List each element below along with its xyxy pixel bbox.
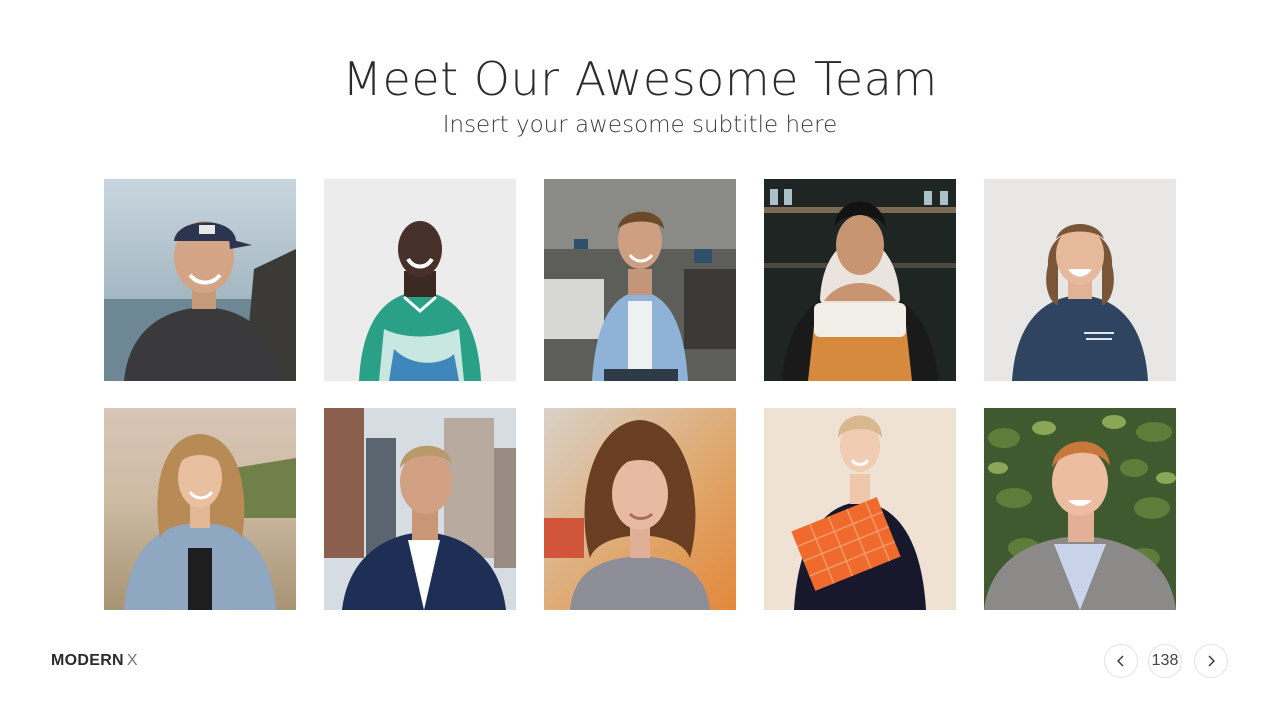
brand-logo: MODERN X [51, 652, 138, 670]
team-photo-woman-in-denim[interactable] [104, 408, 296, 610]
slide: Meet Our Awesome Team Insert your awesom… [0, 0, 1280, 720]
team-photo-man-in-jersey[interactable] [324, 179, 516, 381]
portrait-man-cap [104, 179, 296, 381]
team-photo-man-in-suit[interactable] [324, 408, 516, 610]
team-photo-man-with-plants[interactable] [984, 408, 1176, 610]
team-photo-woman-curly-hair[interactable] [544, 408, 736, 610]
portrait-man-plants [984, 408, 1176, 610]
team-photo-woman-smiling[interactable] [984, 179, 1176, 381]
previous-slide-button[interactable] [1104, 644, 1138, 678]
portrait-woman-folder [764, 408, 956, 610]
portrait-woman-smiling [984, 179, 1176, 381]
portrait-man-office [544, 179, 736, 381]
team-photo-man-in-office[interactable] [544, 179, 736, 381]
team-photo-grid [104, 179, 1176, 610]
team-photo-woman-in-hijab[interactable] [764, 179, 956, 381]
chevron-left-icon [1117, 655, 1124, 667]
portrait-man-jersey [324, 179, 516, 381]
team-photo-woman-with-folder[interactable] [764, 408, 956, 610]
slide-title: Meet Our Awesome Team [342, 52, 938, 106]
page-number: 138 [1148, 644, 1182, 678]
brand-logo-bold: MODERN [51, 652, 124, 669]
team-photo-man-in-cap[interactable] [104, 179, 296, 381]
next-slide-button[interactable] [1194, 644, 1228, 678]
portrait-woman-denim [104, 408, 296, 610]
slide-subtitle: Insert your awesome subtitle here [442, 112, 838, 138]
brand-logo-light: X [126, 652, 138, 669]
portrait-woman-hijab [764, 179, 956, 381]
portrait-woman-curly [544, 408, 736, 610]
chevron-right-icon [1208, 655, 1215, 667]
portrait-man-suit [324, 408, 516, 610]
